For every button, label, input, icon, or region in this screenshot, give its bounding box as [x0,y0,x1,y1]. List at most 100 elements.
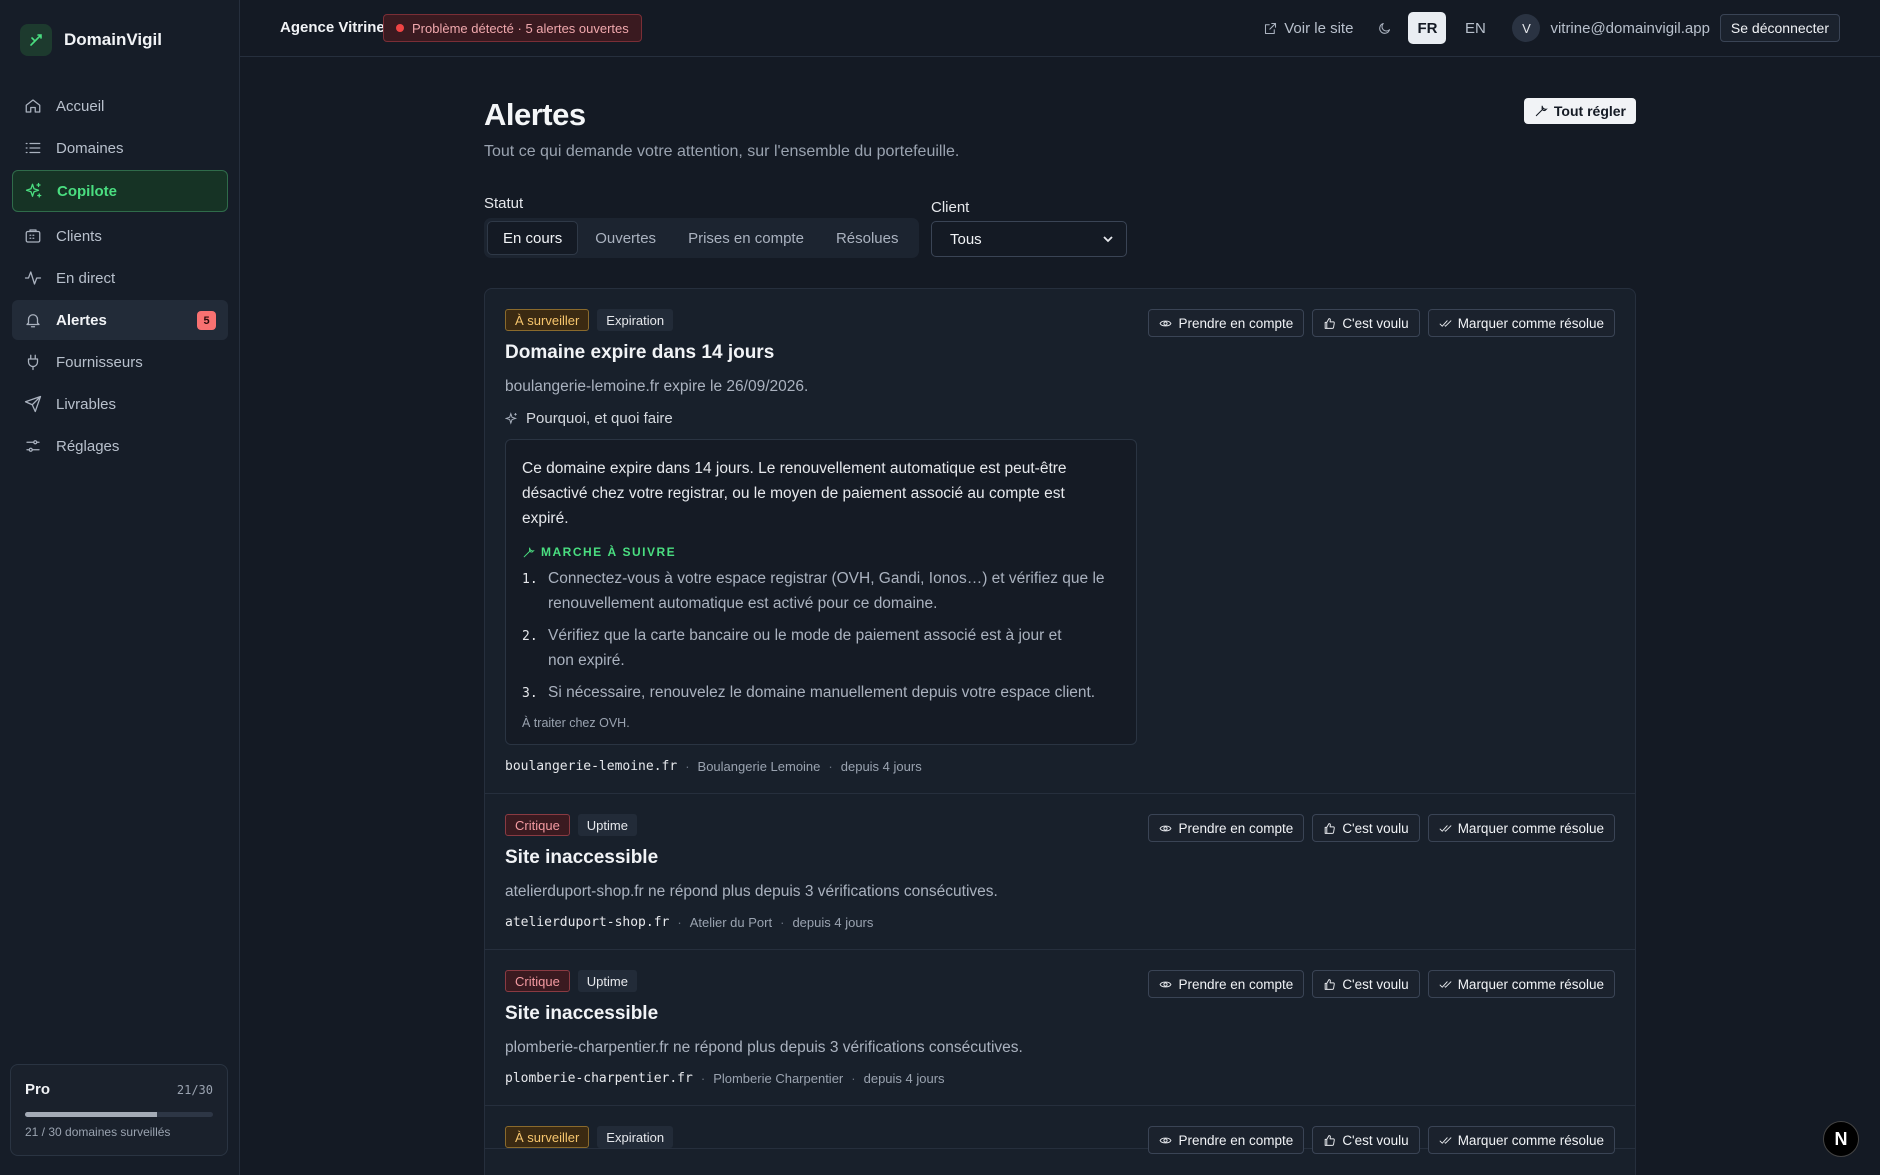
fix-all-label: Tout régler [1553,103,1626,119]
alert-item: Critique Uptime Prendre en compte C'est … [485,950,1635,1106]
plug-icon [27,354,39,371]
mark-resolved-button[interactable]: Marquer comme résolue [1427,1126,1615,1154]
client-select-value: Tous [950,230,982,248]
alert-since: depuis 4 jours [792,915,874,930]
tab-en-cours[interactable]: En cours [487,221,579,255]
alert-meta: boulangerie-lemoine.fr · Boulangerie Lem… [505,759,1615,793]
alert-domain[interactable]: atelierduport-shop.fr [505,915,669,930]
eye-icon [1160,981,1172,987]
plan-progress-fill [25,1112,157,1117]
severity-badge: Critique [505,970,570,992]
double-check-icon [1439,980,1452,988]
intended-button[interactable]: C'est voulu [1312,1126,1420,1154]
alert-actions: Prendre en compte C'est voulu Marquer co… [1148,1126,1615,1154]
intended-button[interactable]: C'est voulu [1312,309,1420,337]
status-dot-icon [396,24,404,32]
sidebar-item-livrables[interactable]: Livrables [12,384,228,424]
client-select[interactable]: Tous [931,221,1127,257]
status-badge[interactable]: Problème détecté · 5 alertes ouvertes [383,14,642,42]
page-title: Alertes [484,97,586,132]
alert-description: plomberie-charpentier.fr ne répond plus … [505,1039,1023,1056]
sidebar-item-label: Domaines [56,139,124,157]
sidebar-item-domaines[interactable]: Domaines [12,128,228,168]
separator: · [685,759,690,774]
brand[interactable]: DomainVigil [20,24,162,56]
logout-button[interactable]: Se déconnecter [1719,14,1840,42]
plan-progress-bar [25,1112,213,1117]
separator: · [851,1071,856,1086]
intended-label: C'est voulu [1342,315,1409,331]
activity-icon [24,271,42,285]
alert-actions: Prendre en compte C'est voulu Marquer co… [1148,970,1615,998]
sidebar-item-label: Livrables [56,395,117,413]
eye-icon [1160,1137,1172,1143]
plan-name: Pro [25,1081,51,1098]
explanation-note: À traiter chez OVH. [522,716,630,730]
plan-card: Pro 21/30 21 / 30 domaines surveillés [10,1064,228,1156]
page-subtitle: Tout ce qui demande votre attention, sur… [484,143,960,160]
view-site-label: Voir le site [1284,19,1354,37]
thumbs-up-icon [1324,978,1336,990]
acknowledge-button[interactable]: Prendre en compte [1148,309,1305,337]
resolve-label: Marquer comme résolue [1457,315,1604,331]
intended-button[interactable]: C'est voulu [1312,970,1420,998]
acknowledge-button[interactable]: Prendre en compte [1148,970,1305,998]
step-item: 3. Si nécessaire, renouvelez le domaine … [522,680,1120,706]
resolve-label: Marquer comme résolue [1457,1132,1604,1148]
explanation-panel: Ce domaine expire dans 14 jours. Le reno… [505,439,1137,745]
thumbs-up-icon [1324,317,1336,329]
sidebar-item-clients[interactable]: Clients [12,216,228,256]
tab-prises-en-compte[interactable]: Prises en compte [673,221,819,255]
floating-n-button[interactable]: N [1823,1121,1859,1157]
alert-meta: plomberie-charpentier.fr · Plomberie Cha… [505,1071,1615,1105]
alert-since: depuis 4 jours [840,759,922,774]
logo-icon [20,24,52,56]
sidebar-item-copilote[interactable]: Copilote [12,170,228,212]
intended-label: C'est voulu [1342,1132,1409,1148]
view-site-link[interactable]: Voir le site [1263,20,1353,37]
mark-resolved-button[interactable]: Marquer comme résolue [1427,309,1615,337]
thumbs-up-icon [1324,822,1336,834]
intended-label: C'est voulu [1342,976,1409,992]
lang-en-button[interactable]: EN [1456,12,1494,44]
sidebar-item-accueil[interactable]: Accueil [12,86,228,126]
severity-badge: À surveiller [505,309,590,331]
fix-all-button[interactable]: Tout régler [1523,98,1636,124]
double-check-icon [1439,1136,1452,1144]
sidebar-item-en-direct[interactable]: En direct [12,258,228,298]
alert-client: Boulangerie Lemoine [697,759,821,774]
alert-domain[interactable]: boulangerie-lemoine.fr [505,759,677,774]
alert-domain[interactable]: plomberie-charpentier.fr [505,1071,693,1086]
step-item: 2. Vérifiez que la carte bancaire ou le … [522,623,1120,673]
severity-badge: À surveiller [505,1126,590,1148]
mark-resolved-button[interactable]: Marquer comme résolue [1427,970,1615,998]
lang-fr-button[interactable]: FR [1408,12,1447,44]
type-badge: Uptime [577,970,637,992]
wrench-icon [523,547,535,557]
sidebar-item-reglages[interactable]: Réglages [12,426,228,466]
list-icon [25,142,41,154]
acknowledge-button[interactable]: Prendre en compte [1148,814,1305,842]
sidebar-item-label: Copilote [57,182,117,200]
sidebar: DomainVigil Accueil Domaines Copilote Cl… [0,0,240,1175]
sidebar-item-label: Clients [56,227,102,245]
acknowledge-button[interactable]: Prendre en compte [1148,1126,1305,1154]
why-toggle[interactable]: Pourquoi, et quoi faire [505,410,1615,427]
type-badge: Expiration [597,309,674,331]
moon-icon[interactable] [1377,21,1392,36]
user-email: vitrine@domainvigil.app [1550,19,1710,37]
intended-button[interactable]: C'est voulu [1312,814,1420,842]
sidebar-item-fournisseurs[interactable]: Fournisseurs [12,342,228,382]
tab-resolues[interactable]: Résolues [821,221,914,255]
acknowledge-label: Prendre en compte [1178,315,1294,331]
chevron-down-icon [1103,236,1113,243]
tab-ouvertes[interactable]: Ouvertes [580,221,671,255]
type-badge: Uptime [577,814,637,836]
building-icon [25,229,41,243]
avatar[interactable]: V [1512,14,1541,42]
acknowledge-label: Prendre en compte [1178,1132,1294,1148]
sidebar-item-alertes[interactable]: Alertes 5 [12,300,228,340]
alert-count-badge: 5 [197,311,216,330]
mark-resolved-button[interactable]: Marquer comme résolue [1427,814,1615,842]
step-text: Vérifiez que la carte bancaire ou le mod… [548,627,1062,669]
